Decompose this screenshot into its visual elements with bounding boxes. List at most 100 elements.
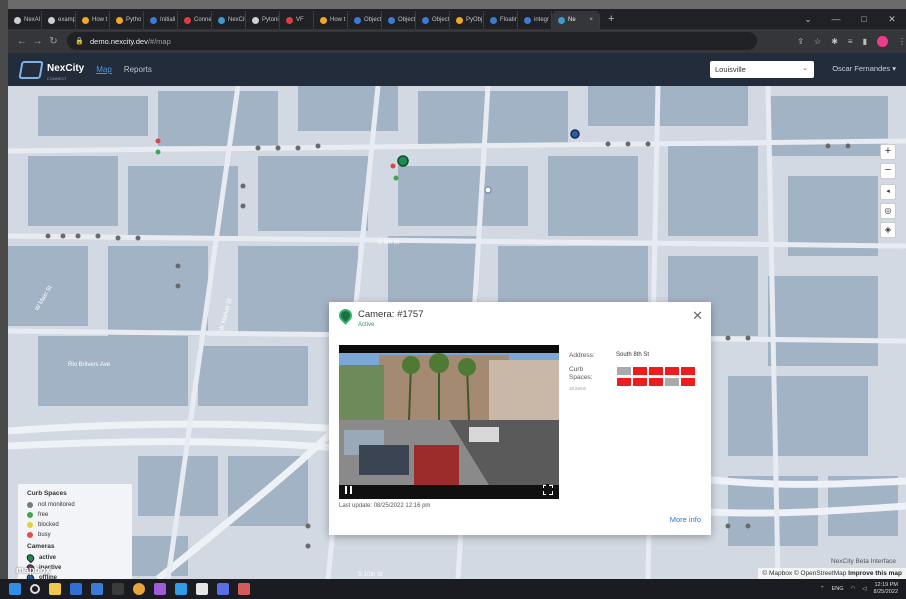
user-menu[interactable]: Oscar Fernandes ▾ (832, 64, 896, 73)
clock-time: 12:19 PM (874, 582, 898, 588)
pause-icon[interactable] (345, 486, 352, 494)
compass-icon[interactable]: ◂ (880, 184, 896, 200)
browser-tab[interactable]: Object (382, 11, 416, 29)
wifi-icon[interactable]: ◠ (850, 586, 855, 592)
tab-favicon-icon (388, 16, 395, 24)
tab-list: NexAI exampl How t Pytho Initiali Conne NexCit… (8, 9, 552, 29)
curb-space-cell[interactable] (617, 367, 631, 375)
browser-tab[interactable]: Object (348, 11, 382, 29)
url-field[interactable]: 🔒 demo.nexcity.dev /#/map (67, 32, 758, 50)
volume-icon[interactable]: ◁ (862, 586, 866, 592)
reload-icon[interactable]: ↻ (46, 36, 62, 47)
brand-name: NexCity (47, 63, 85, 74)
curb-space-cell[interactable] (633, 378, 647, 386)
chrome-icon[interactable] (133, 583, 145, 595)
curb-space-cell[interactable] (617, 378, 631, 386)
url-host: demo.nexcity.dev (90, 36, 148, 46)
brand-sub: CONNECT (47, 76, 67, 81)
layers-icon[interactable]: ◈ (880, 222, 896, 238)
tab-label: Floatin (500, 17, 518, 23)
back-icon[interactable]: ← (14, 36, 30, 47)
improve-map-link[interactable]: Improve this map (848, 570, 902, 577)
sidepanel-icon[interactable]: ▮ (863, 37, 867, 46)
search-icon[interactable] (30, 584, 40, 594)
browser-tab[interactable]: Initiali (144, 11, 178, 29)
city-select[interactable]: Louisville ⌄ (710, 61, 814, 78)
minimize-button[interactable]: — (822, 9, 850, 29)
tab-label: How t (330, 17, 346, 23)
curb-space-cell[interactable] (665, 378, 679, 386)
lang-indicator[interactable]: ENG (832, 586, 844, 592)
browser-tab[interactable]: exampl (42, 11, 76, 29)
browser-tab[interactable]: NexAI (8, 11, 42, 29)
curb-space-cell[interactable] (665, 367, 679, 375)
tray-chevron-icon[interactable]: ⌃ (820, 586, 825, 592)
curb-space-cell[interactable] (681, 378, 695, 386)
vscode-icon[interactable] (175, 583, 187, 595)
legend-item: not monitored (27, 500, 123, 510)
notepad-icon[interactable] (196, 583, 208, 595)
svg-text:S 10th St: S 10th St (358, 572, 383, 578)
app-icon[interactable] (238, 583, 250, 595)
browser-tab[interactable]: How t (314, 11, 348, 29)
tab-active[interactable]: Ne × (552, 11, 600, 29)
app-header: NexCity CONNECT Map Reports Louisville ⌄… (8, 53, 906, 86)
tab-label: exampl (58, 17, 76, 23)
clock[interactable]: 12:19 PM 8/25/2022 (874, 582, 898, 596)
extensions-puzzle-icon[interactable]: ✱ (831, 37, 838, 46)
curb-spaces-count: 10 items (569, 386, 587, 391)
forward-icon[interactable]: → (30, 36, 46, 47)
nav-reports[interactable]: Reports (124, 65, 152, 74)
zoom-out-button[interactable]: − (880, 163, 896, 179)
profile-avatar[interactable] (876, 35, 888, 47)
visual-studio-icon[interactable] (154, 583, 166, 595)
close-window-button[interactable]: ✕ (878, 9, 906, 29)
browser-tab[interactable]: integr (518, 11, 552, 29)
more-info-link[interactable]: More info (670, 515, 701, 524)
camera-popup: Camera: #1757 Active ✕ Last update: 08/2… (329, 302, 711, 535)
teams-icon[interactable] (217, 583, 229, 595)
mapbox-logo[interactable]: mapbox (16, 565, 51, 575)
close-icon[interactable]: ✕ (692, 308, 703, 324)
windows-start-icon[interactable] (9, 583, 21, 595)
browser-tab[interactable]: Object (416, 11, 450, 29)
tab-close-icon[interactable]: × (589, 17, 593, 23)
tab-search-icon[interactable]: ⌄ (794, 9, 822, 29)
curb-space-cell[interactable] (633, 367, 647, 375)
tab-favicon-icon (286, 16, 293, 24)
locate-icon[interactable]: ◎ (880, 203, 896, 219)
browser-tab[interactable]: VF (280, 11, 314, 29)
zoom-in-button[interactable]: + (880, 144, 896, 160)
browser-tab[interactable]: How t (76, 11, 110, 29)
menu-kebab-icon[interactable]: ⋮ (898, 37, 906, 46)
browser-tab[interactable]: Floatin (484, 11, 518, 29)
browser-tab[interactable]: PyObj (450, 11, 484, 29)
curb-space-cell[interactable] (649, 367, 663, 375)
share-icon[interactable]: ⇪ (797, 37, 804, 46)
curb-dot-icon (27, 532, 33, 538)
attribution-text[interactable]: © Mapbox © OpenStreetMap (762, 570, 846, 577)
city-select-value: Louisville (715, 65, 746, 74)
fullscreen-icon[interactable] (542, 484, 554, 496)
nav-map[interactable]: Map (96, 65, 112, 74)
browser-tab[interactable]: Pytho (110, 11, 144, 29)
reading-list-icon[interactable]: ≡ (848, 37, 853, 46)
curb-space-cell[interactable] (649, 378, 663, 386)
terminal-icon[interactable] (112, 583, 124, 595)
camera-video[interactable] (339, 345, 559, 499)
file-explorer-icon[interactable] (49, 583, 61, 595)
nexcity-logo[interactable]: NexCity CONNECT (18, 58, 85, 81)
maximize-button[interactable]: □ (850, 9, 878, 29)
tab-favicon-icon (218, 16, 225, 24)
tab-label: Object (432, 17, 450, 23)
browser-tab[interactable]: Pytoni (246, 11, 280, 29)
browser-tab[interactable]: Conne (178, 11, 212, 29)
curb-space-cell[interactable] (681, 367, 695, 375)
bookmark-star-icon[interactable]: ☆ (814, 37, 821, 46)
camera-frame (339, 345, 559, 499)
new-tab-button[interactable]: + (600, 13, 622, 25)
word-icon[interactable] (70, 583, 82, 595)
curb-dot-icon (27, 522, 33, 528)
browser-tab[interactable]: NexCit (212, 11, 246, 29)
outlook-icon[interactable] (91, 583, 103, 595)
